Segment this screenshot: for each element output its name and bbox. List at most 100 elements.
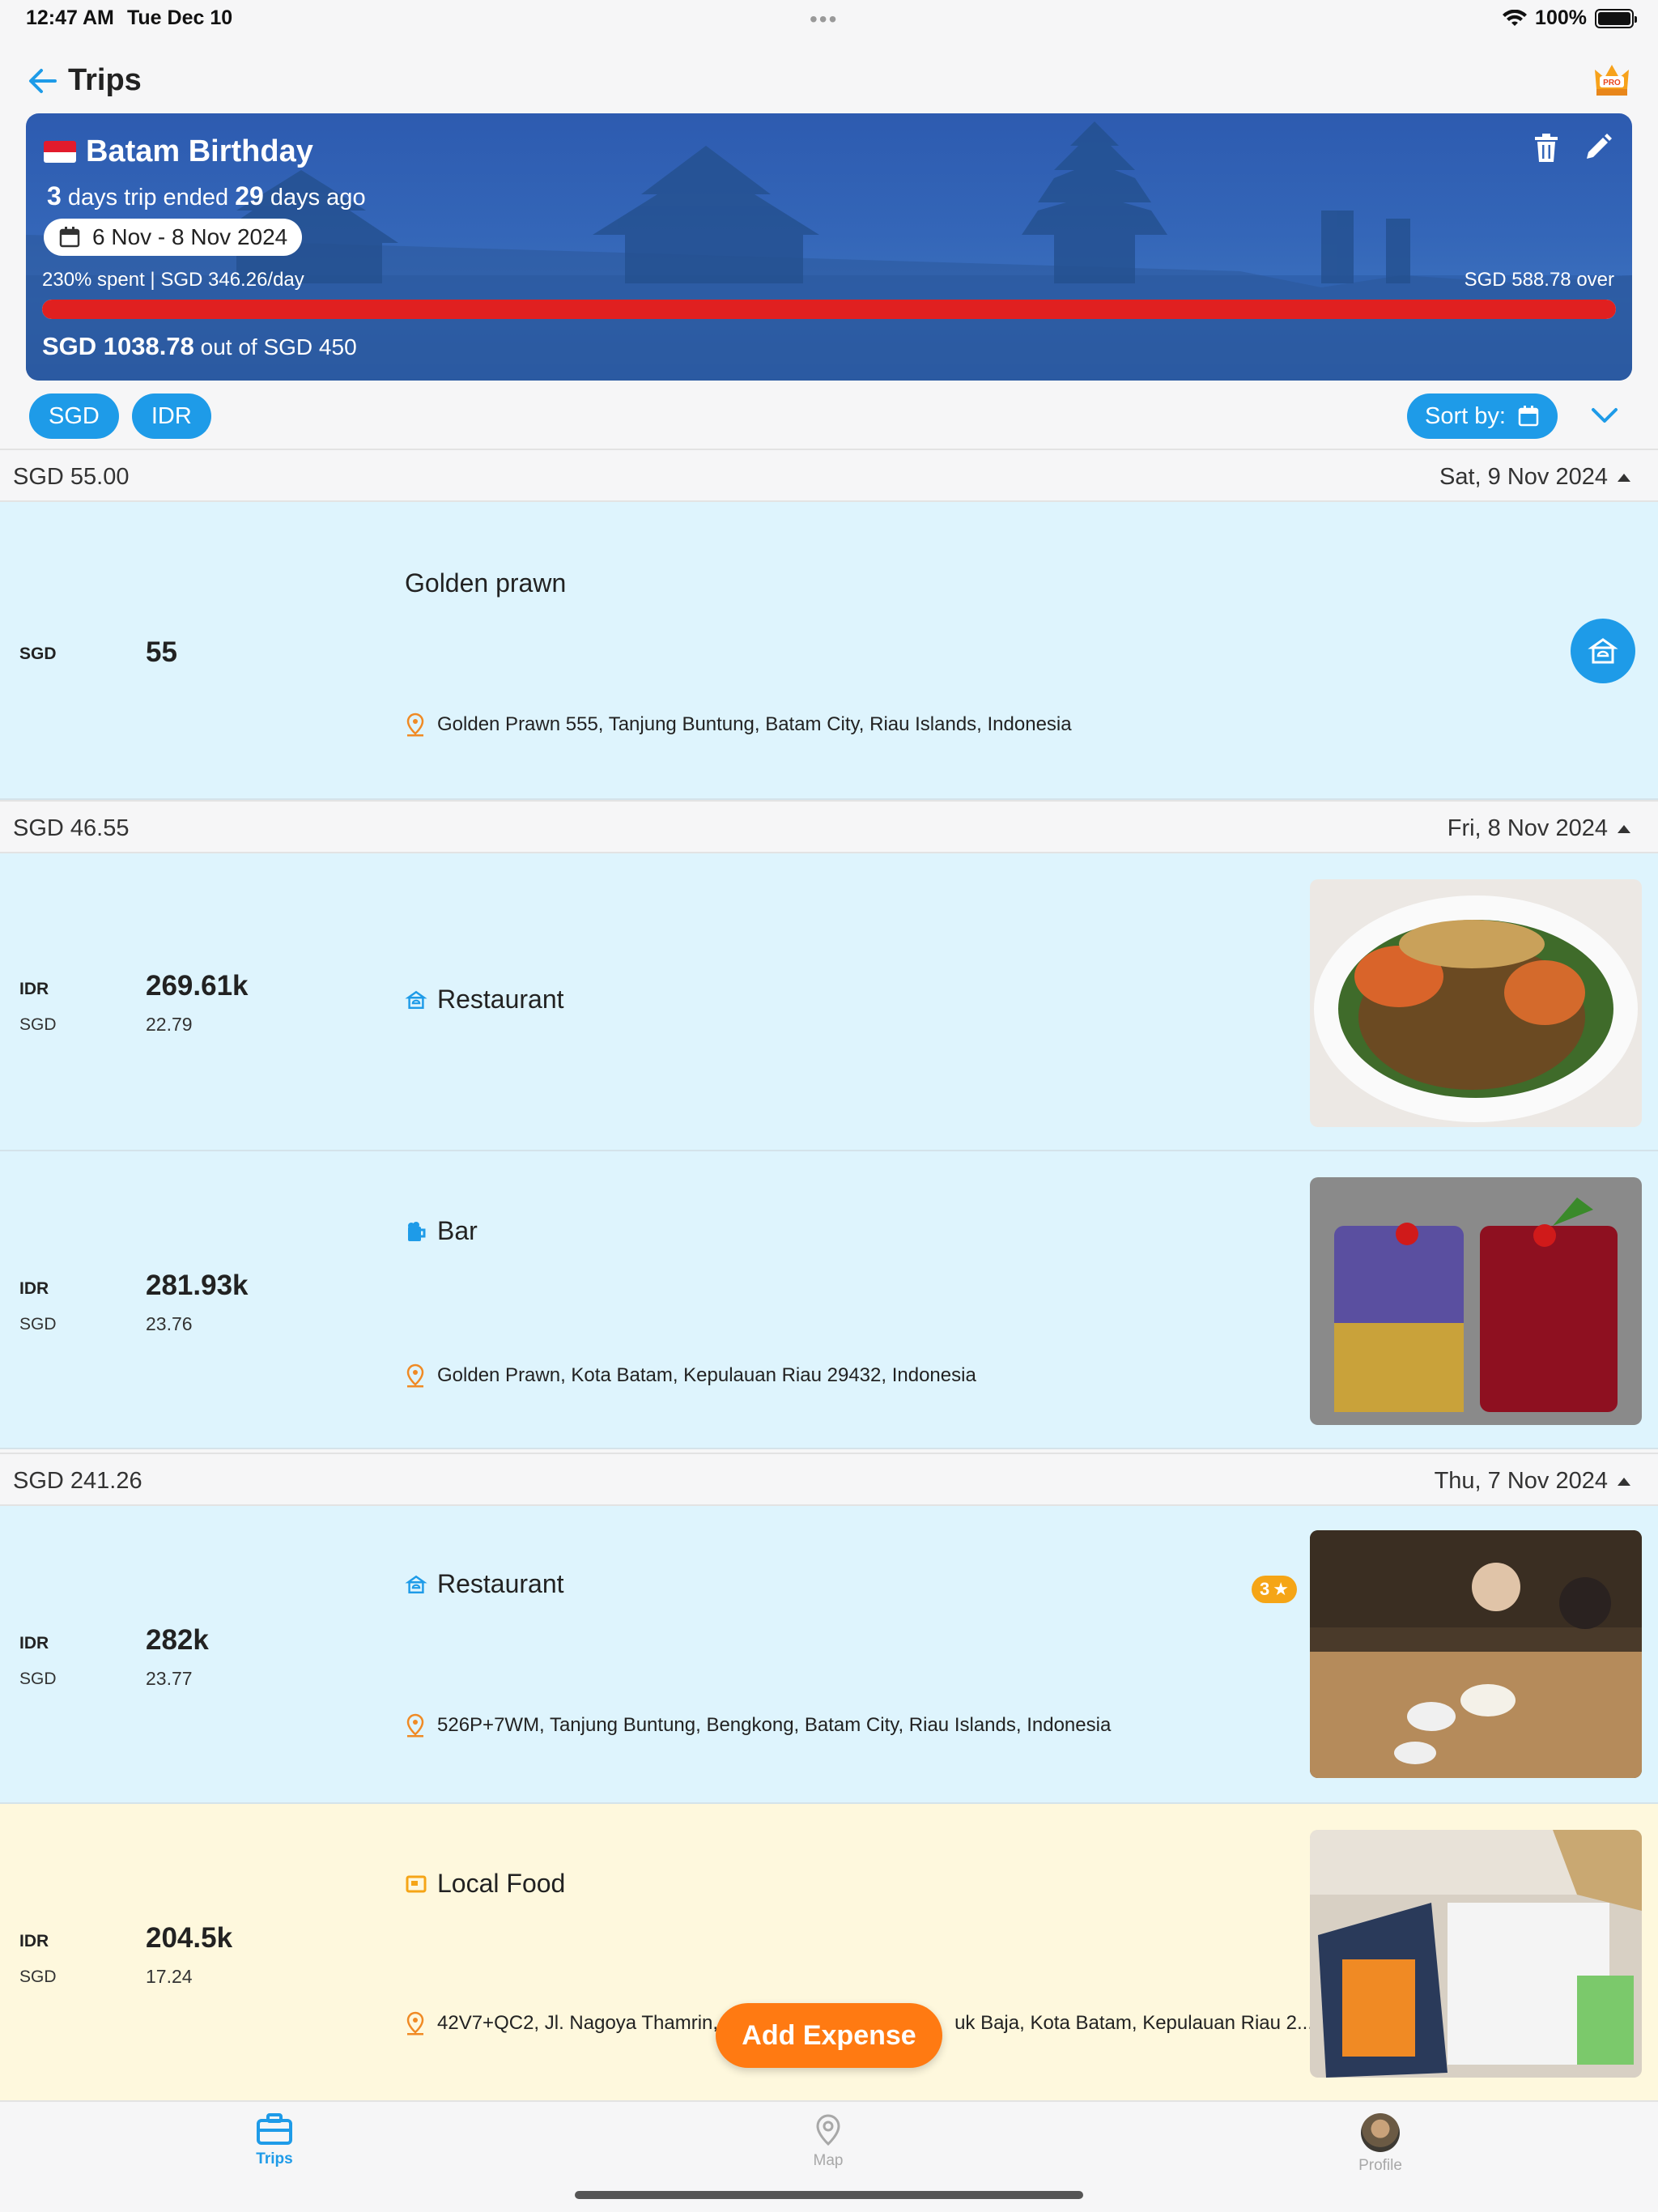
- trip-date-range[interactable]: 6 Nov - 8 Nov 2024: [44, 219, 303, 256]
- map-pin-icon: [406, 713, 424, 737]
- beer-mug-icon: [408, 1221, 426, 1241]
- currency-chip-idr[interactable]: IDR: [131, 393, 211, 439]
- group-date: Fri, 8 Nov 2024: [1448, 815, 1630, 842]
- group-total: SGD 46.55: [13, 815, 130, 841]
- sort-button[interactable]: Sort by:: [1407, 393, 1558, 439]
- currency-filter-chips: SGD IDR: [29, 393, 211, 439]
- budget-progress-bar: [42, 300, 1616, 319]
- trip-spend-stats: 230% spent | SGD 346.26/day: [42, 269, 304, 291]
- expense-title: Local Food: [405, 1869, 565, 1899]
- tab-trips[interactable]: Trips: [193, 2113, 355, 2168]
- delete-trip-button[interactable]: [1533, 133, 1559, 164]
- expense-converted-currency: SGD: [19, 1315, 57, 1334]
- expense-amount: 269.61k: [146, 970, 249, 1002]
- trip-summary-card[interactable]: Batam Birthday 3 days trip ended 29 days…: [26, 113, 1632, 381]
- expense-converted-amount: 23.76: [146, 1313, 193, 1334]
- expense-amount: 55: [146, 636, 177, 668]
- restaurant-category-button[interactable]: [1571, 619, 1635, 683]
- expense-location[interactable]: Golden Prawn, Kota Batam, Kepulauan Riau…: [405, 1363, 976, 1388]
- status-bar: 12:47 AM Tue Dec 10 ••• 100%: [0, 0, 1658, 39]
- expense-photo[interactable]: [1310, 879, 1642, 1127]
- expense-row[interactable]: SGD 55 Golden prawn Golden Prawn 555, Ta…: [0, 502, 1658, 800]
- expense-currency: SGD: [19, 644, 57, 663]
- caret-up-icon: [1618, 824, 1630, 833]
- group-date: Thu, 7 Nov 2024: [1435, 1468, 1630, 1495]
- trip-over-budget: SGD 588.78 over: [1464, 269, 1614, 291]
- expense-row[interactable]: IDR 281.93k SGD 23.76 Bar Golden Prawn, …: [0, 1151, 1658, 1449]
- wifi-icon: [1503, 9, 1528, 26]
- battery-icon: [1595, 8, 1637, 28]
- expense-title: Restaurant: [405, 985, 564, 1015]
- local-food-icon: [406, 1875, 427, 1892]
- group-date: Sat, 9 Nov 2024: [1439, 464, 1630, 491]
- battery-percent: 100%: [1535, 6, 1587, 29]
- svg-text:PRO: PRO: [1603, 79, 1621, 87]
- expense-currency: IDR: [19, 1932, 49, 1950]
- expense-title: Golden prawn: [405, 568, 567, 598]
- indonesia-flag-icon: [44, 141, 76, 163]
- date-group-header[interactable]: SGD 55.00 Sat, 9 Nov 2024: [0, 449, 1658, 502]
- expense-currency: IDR: [19, 1279, 49, 1298]
- pencil-icon: [1587, 134, 1612, 159]
- expense-amount: 282k: [146, 1624, 209, 1656]
- edit-trip-button[interactable]: [1584, 133, 1613, 164]
- map-pin-icon: [406, 1363, 424, 1388]
- restaurant-icon: [405, 1575, 427, 1593]
- chevron-down-icon[interactable]: [1588, 403, 1621, 428]
- expense-photo[interactable]: [1310, 1177, 1642, 1425]
- map-pin-icon: [406, 2011, 424, 2035]
- status-right: 100%: [1503, 6, 1637, 30]
- caret-up-icon: [1618, 1477, 1630, 1486]
- trash-icon: [1535, 134, 1558, 162]
- date-group-header[interactable]: SGD 241.26 Thu, 7 Nov 2024: [0, 1453, 1658, 1506]
- page-title: Trips: [68, 63, 142, 97]
- expense-currency: IDR: [19, 1634, 49, 1653]
- expense-row[interactable]: IDR 282k SGD 23.77 Restaurant 3 ★ 526P+7W…: [0, 1506, 1658, 1804]
- group-total: SGD 55.00: [13, 464, 130, 490]
- expense-converted-currency: SGD: [19, 1015, 57, 1034]
- expense-photo[interactable]: [1310, 1830, 1642, 2078]
- tab-profile[interactable]: Profile: [1299, 2113, 1461, 2175]
- currency-chip-sgd[interactable]: SGD: [29, 393, 119, 439]
- multitasking-dots[interactable]: •••: [810, 6, 838, 32]
- expense-converted-amount: 22.79: [146, 1014, 193, 1035]
- map-pin-icon: [406, 1713, 424, 1738]
- expense-converted-amount: 23.77: [146, 1668, 193, 1689]
- expense-row[interactable]: IDR 269.61k SGD 22.79 Restaurant: [0, 853, 1658, 1151]
- calendar-icon: [1518, 406, 1539, 427]
- home-indicator: [575, 2191, 1083, 2199]
- trip-title: Batam Birthday: [44, 134, 313, 169]
- expense-converted-currency: SGD: [19, 1967, 57, 1986]
- expense-amount: 281.93k: [146, 1270, 249, 1301]
- date-group-header[interactable]: SGD 46.55 Fri, 8 Nov 2024: [0, 800, 1658, 853]
- expense-currency: IDR: [19, 980, 49, 998]
- expense-photo[interactable]: [1310, 1530, 1642, 1778]
- star-icon: ★: [1273, 1579, 1289, 1599]
- expense-location[interactable]: 526P+7WM, Tanjung Buntung, Bengkong, Bat…: [405, 1713, 1111, 1738]
- restaurant-icon: [405, 990, 427, 1009]
- expense-title: Restaurant: [405, 1569, 564, 1599]
- status-date: Tue Dec 10: [127, 6, 233, 29]
- trip-name: Batam Birthday: [86, 134, 313, 168]
- caret-up-icon: [1618, 473, 1630, 482]
- pro-crown-icon[interactable]: PRO: [1590, 58, 1634, 102]
- briefcase-icon: [257, 2113, 292, 2145]
- avatar: [1361, 2113, 1400, 2152]
- header: Trips PRO: [0, 53, 1658, 110]
- tab-map[interactable]: Map: [747, 2113, 909, 2170]
- expense-title: Bar: [405, 1216, 478, 1246]
- arrow-left-icon: [29, 68, 57, 93]
- calendar-icon: [59, 227, 80, 248]
- add-expense-button[interactable]: Add Expense: [716, 2003, 942, 2068]
- group-total: SGD 241.26: [13, 1468, 142, 1494]
- status-time: 12:47 AM: [26, 6, 114, 29]
- trip-duration: 3 days trip ended 29 days ago: [47, 181, 366, 211]
- back-button[interactable]: Trips: [28, 63, 142, 98]
- map-pin-icon: [816, 2114, 840, 2146]
- trip-total: SGD 1038.78 out of SGD 450: [42, 332, 357, 360]
- expense-location[interactable]: Golden Prawn 555, Tanjung Buntung, Batam…: [405, 713, 1072, 737]
- restaurant-icon: [1588, 638, 1618, 664]
- expense-converted-amount: 17.24: [146, 1966, 193, 1987]
- budget-progress-fill: [42, 300, 1616, 319]
- rating-badge: 3 ★: [1252, 1576, 1297, 1603]
